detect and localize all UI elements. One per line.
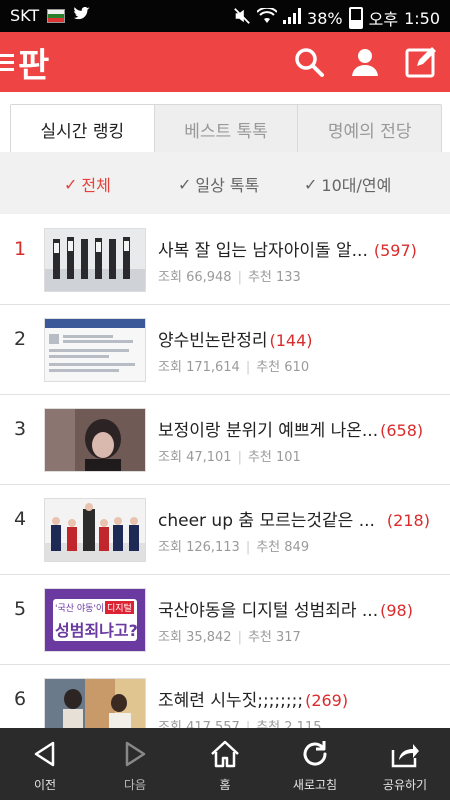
battery-percent: 38%	[307, 8, 343, 28]
tab-hall-of-fame[interactable]: 명예의 전당	[297, 105, 441, 153]
app-header: 판	[0, 32, 450, 92]
back-button[interactable]: 이전	[0, 728, 90, 800]
mute-icon	[233, 7, 251, 29]
post-stats: 조회 35,842 | 추천 317	[158, 630, 301, 645]
menu-icon[interactable]	[0, 50, 16, 75]
post-title[interactable]: 국산야동을 디지털 성범죄라 ...	[158, 601, 378, 621]
back-label: 이전	[33, 778, 57, 792]
forward-button[interactable]: 다음	[90, 728, 180, 800]
list-item[interactable]: 2 양수빈논란정리 (144) 조회 171,614 | 추천 610	[0, 304, 450, 395]
carrier-label: SKT	[10, 6, 40, 25]
post-stats: 조회 171,614 | 추천 610	[158, 360, 310, 375]
list-item[interactable]: 4 cheer up 춤 모르는것같은 ... (218) 조회 126,113 |…	[0, 484, 450, 575]
post-title[interactable]: 보정이랑 분위기 예쁘게 나온...	[158, 421, 378, 441]
status-ampm: 오후	[368, 10, 399, 29]
refresh-button[interactable]: 새로고침	[270, 728, 360, 800]
refresh-label: 새로고침	[292, 778, 338, 792]
list-item[interactable]: 3 보정이랑 분위기 예쁘게 나온... (658) 조회 47,101 | 추천 1…	[0, 394, 450, 485]
view-count: 126,113	[186, 540, 240, 555]
rank-number: 2	[14, 328, 27, 350]
profile-icon[interactable]	[348, 45, 382, 79]
recommend-count: 610	[284, 360, 310, 375]
comment-count: (218)	[386, 511, 430, 530]
list-item[interactable]: 5 '국산 야동'이 디지털 성범죄냐고? 국산야동을 디지털 성범죄라 ...…	[0, 574, 450, 665]
comment-count: (658)	[380, 421, 424, 440]
share-button[interactable]: 공유하기	[360, 728, 450, 800]
signal-icon	[283, 8, 302, 28]
checkmark-icon: ✓	[178, 174, 192, 194]
tab-realtime-ranking[interactable]: 실시간 랭킹	[11, 105, 154, 153]
view-count: 47,101	[186, 450, 232, 465]
back-arrow-icon	[34, 741, 55, 767]
status-time: 1:50	[404, 8, 440, 28]
pann-logo[interactable]: 판	[0, 38, 49, 86]
thumbnail-caption-line3: 성범죄냐고?	[55, 621, 138, 640]
post-stats: 조회 126,113 | 추천 849	[158, 540, 310, 555]
thumbnail-caption-line2: 디지털	[105, 601, 134, 614]
forward-label: 다음	[123, 778, 147, 792]
checkmark-icon: ✓	[64, 174, 78, 194]
ranking-tabs: 실시간 랭킹 베스트 톡톡 명예의 전당	[10, 104, 442, 154]
share-icon	[391, 744, 419, 768]
tab-best-talk[interactable]: 베스트 톡톡	[153, 105, 298, 153]
rank-number: 3	[14, 418, 27, 440]
comment-count: (98)	[380, 601, 413, 620]
post-title[interactable]: 양수빈논란정리	[158, 331, 267, 351]
filter-daily-talk[interactable]: ✓ 일상 톡톡	[178, 172, 259, 196]
rank-number: 1	[14, 238, 27, 260]
recommend-count: 133	[276, 270, 301, 285]
filter-teens-entertainment[interactable]: ✓ 10대/연예	[304, 172, 391, 196]
view-count: 171,614	[186, 360, 240, 375]
battery-icon	[348, 7, 363, 29]
bottom-navigation: 이전 다음 홈 새로고침 공유하기	[0, 728, 450, 800]
logo-text: 판	[18, 45, 49, 86]
thumbnail-caption-line1: '국산 야동'이	[55, 604, 105, 614]
filter-label: 일상 톡톡	[195, 176, 260, 195]
recommend-count: 849	[284, 540, 310, 555]
home-icon	[211, 740, 239, 768]
notification-icon	[47, 8, 66, 23]
post-thumbnail[interactable]	[44, 408, 146, 472]
post-thumbnail[interactable]	[44, 318, 146, 382]
post-thumbnail[interactable]	[44, 498, 146, 562]
recommend-count: 101	[276, 450, 301, 465]
post-thumbnail[interactable]	[44, 228, 146, 292]
search-icon[interactable]	[292, 45, 326, 79]
post-stats: 조회 66,948 | 추천 133	[158, 270, 301, 285]
rank-number: 5	[14, 598, 27, 620]
refresh-icon	[303, 741, 327, 766]
recommend-count: 317	[276, 630, 301, 645]
post-thumbnail[interactable]: '국산 야동'이 디지털 성범죄냐고?	[44, 588, 146, 652]
comment-count: (269)	[305, 691, 349, 710]
checkmark-icon: ✓	[304, 174, 318, 194]
filter-label: 10대/연예	[321, 176, 392, 195]
rank-number: 6	[14, 688, 27, 710]
share-label: 공유하기	[382, 778, 428, 792]
forward-arrow-icon	[125, 741, 146, 767]
filter-label: 전체	[81, 176, 111, 195]
twitter-icon	[73, 6, 91, 25]
wifi-icon	[256, 6, 278, 28]
post-stats: 조회 47,101 | 추천 101	[158, 450, 301, 465]
filter-bar: ✓ 전체 ✓ 일상 톡톡 ✓ 10대/연예	[0, 152, 450, 214]
post-title[interactable]: cheer up 춤 모르는것같은 ...	[158, 511, 375, 531]
list-item[interactable]: 1 사복 잘 입는 남자아이돌 알... (597) 조회 66,948 | 추천 1…	[0, 214, 450, 305]
comment-count: (144)	[269, 331, 313, 350]
post-title[interactable]: 사복 잘 입는 남자아이돌 알...	[158, 241, 368, 261]
filter-all[interactable]: ✓ 전체	[64, 172, 111, 196]
post-title[interactable]: 조혜련 시누짓;;;;;;;;	[158, 691, 303, 711]
comment-count: (597)	[373, 241, 417, 260]
write-icon[interactable]	[404, 45, 438, 79]
rank-number: 4	[14, 508, 27, 530]
home-button[interactable]: 홈	[180, 728, 270, 800]
home-label: 홈	[219, 778, 231, 792]
status-bar: SKT 38% 오후 1:50	[0, 0, 450, 32]
view-count: 35,842	[186, 630, 232, 645]
view-count: 66,948	[186, 270, 232, 285]
